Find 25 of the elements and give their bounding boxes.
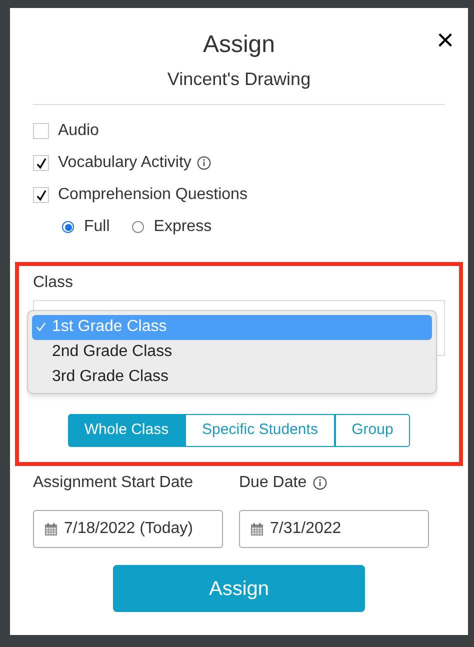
date-label: Due Date: [239, 473, 307, 493]
radio-label: Express: [154, 217, 212, 237]
option-label: Vocabulary Activity: [58, 153, 192, 173]
menu-item[interactable]: 3rd Grade Class: [32, 364, 432, 390]
calendar-icon: [250, 522, 264, 536]
checkbox[interactable]: [33, 123, 49, 139]
date-label: Assignment Start Date: [33, 473, 194, 493]
info-icon[interactable]: [197, 156, 212, 170]
date-field[interactable]: 7/18/2022 (Today): [33, 510, 223, 548]
dialog-title: Assign: [202, 30, 276, 60]
option-label: Audio: [58, 121, 99, 141]
close-button[interactable]: ×: [436, 26, 454, 56]
checkmark-icon: [36, 322, 46, 332]
option-label: Comprehension Questions: [58, 185, 248, 205]
radio-label: Full: [84, 217, 110, 237]
calendar-icon: [44, 522, 58, 536]
class-label: Class: [33, 273, 74, 293]
checkbox[interactable]: [33, 187, 49, 203]
dialog-subtitle: Vincent's Drawing: [167, 68, 311, 90]
checkbox[interactable]: [33, 155, 49, 171]
menu-item[interactable]: 2nd Grade Class: [32, 340, 432, 364]
info-icon[interactable]: [312, 476, 327, 490]
date-field[interactable]: 7/31/2022: [239, 510, 429, 548]
radio-button[interactable]: [132, 221, 144, 233]
radio-button[interactable]: [62, 221, 74, 233]
